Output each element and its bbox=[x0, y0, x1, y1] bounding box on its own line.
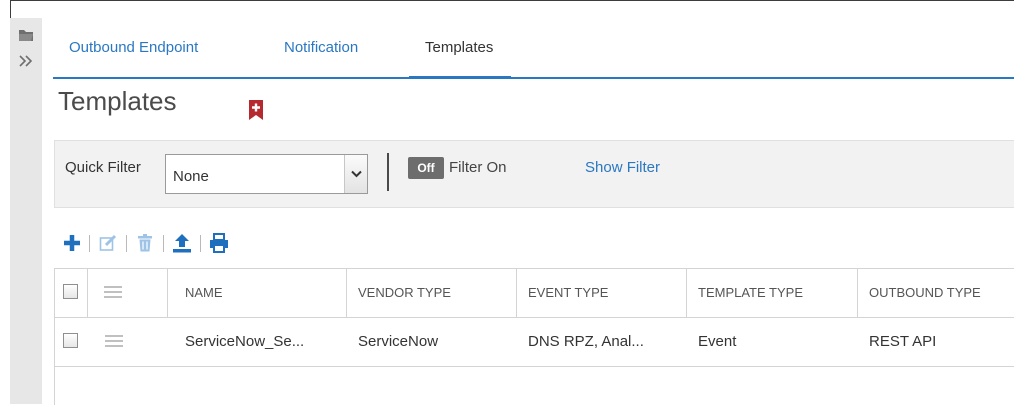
toolbar-separator bbox=[126, 235, 127, 252]
select-all-checkbox[interactable] bbox=[63, 284, 78, 299]
expand-panel-button[interactable] bbox=[12, 48, 40, 74]
folder-icon bbox=[19, 30, 33, 41]
export-button[interactable] bbox=[170, 231, 194, 255]
bookmark-add-icon[interactable] bbox=[247, 99, 265, 121]
select-all-cell bbox=[55, 269, 88, 317]
double-chevron-right-icon bbox=[19, 55, 33, 67]
page-title: Templates bbox=[58, 86, 177, 116]
row-menu-header bbox=[88, 269, 168, 317]
filter-divider bbox=[387, 153, 389, 191]
menu-lines-icon[interactable] bbox=[104, 286, 122, 298]
chevron-down-icon bbox=[350, 170, 362, 178]
print-icon bbox=[210, 233, 228, 253]
cell-event-type: DNS RPZ, Anal... bbox=[528, 333, 644, 350]
upload-icon bbox=[173, 234, 191, 253]
column-header-vendor-type[interactable]: VENDOR TYPE bbox=[347, 269, 517, 317]
quick-filter-select[interactable]: None bbox=[165, 154, 368, 194]
templates-table: NAME VENDOR TYPE EVENT TYPE TEMPLATE TYP… bbox=[54, 268, 1014, 405]
edit-icon bbox=[99, 234, 117, 251]
delete-button[interactable] bbox=[133, 231, 157, 255]
folder-button[interactable] bbox=[12, 22, 40, 48]
side-rail bbox=[10, 18, 43, 404]
add-icon bbox=[64, 235, 80, 251]
quick-filter-label: Quick Filter bbox=[65, 159, 141, 176]
cell-template-type: Event bbox=[698, 333, 737, 350]
column-header-event-type[interactable]: EVENT TYPE bbox=[517, 269, 687, 317]
print-button[interactable] bbox=[207, 231, 231, 255]
cell-name: ServiceNow_Se... bbox=[185, 333, 305, 350]
column-header-template-type[interactable]: TEMPLATE TYPE bbox=[687, 269, 858, 317]
filter-toggle[interactable]: Off bbox=[408, 157, 444, 179]
filter-bar: Quick Filter None Off Filter On Show Fil… bbox=[54, 140, 1014, 208]
edit-button[interactable] bbox=[96, 231, 120, 255]
table-header-row: NAME VENDOR TYPE EVENT TYPE TEMPLATE TYP… bbox=[55, 269, 1014, 318]
main-panel: Outbound Endpoint Notification Templates… bbox=[42, 8, 1014, 405]
show-filter-link[interactable]: Show Filter bbox=[585, 159, 660, 176]
row-checkbox[interactable] bbox=[63, 333, 78, 348]
cell-outbound-type: REST API bbox=[869, 333, 937, 350]
tab-templates[interactable]: Templates bbox=[408, 33, 512, 79]
column-header-outbound-type[interactable]: OUTBOUND TYPE bbox=[858, 269, 1014, 317]
menu-lines-icon[interactable] bbox=[105, 335, 123, 347]
cell-vendor-type: ServiceNow bbox=[358, 333, 439, 350]
toolbar-separator bbox=[200, 235, 201, 252]
filter-on-label: Filter On bbox=[449, 159, 507, 176]
dropdown-arrow[interactable] bbox=[344, 155, 367, 193]
tab-outbound-endpoint[interactable]: Outbound Endpoint bbox=[69, 33, 198, 77]
column-header-name[interactable]: NAME bbox=[168, 269, 347, 317]
toolbar-separator bbox=[89, 235, 90, 252]
delete-icon bbox=[138, 234, 152, 252]
quick-filter-value: None bbox=[173, 168, 209, 185]
tab-notification[interactable]: Notification bbox=[284, 33, 358, 77]
toolbar-separator bbox=[163, 235, 164, 252]
table-row[interactable]: ServiceNow_Se... ServiceNow DNS RPZ, Ana… bbox=[55, 318, 1014, 367]
tab-bar: Outbound Endpoint Notification Templates bbox=[53, 33, 1014, 79]
add-button[interactable] bbox=[60, 231, 84, 255]
